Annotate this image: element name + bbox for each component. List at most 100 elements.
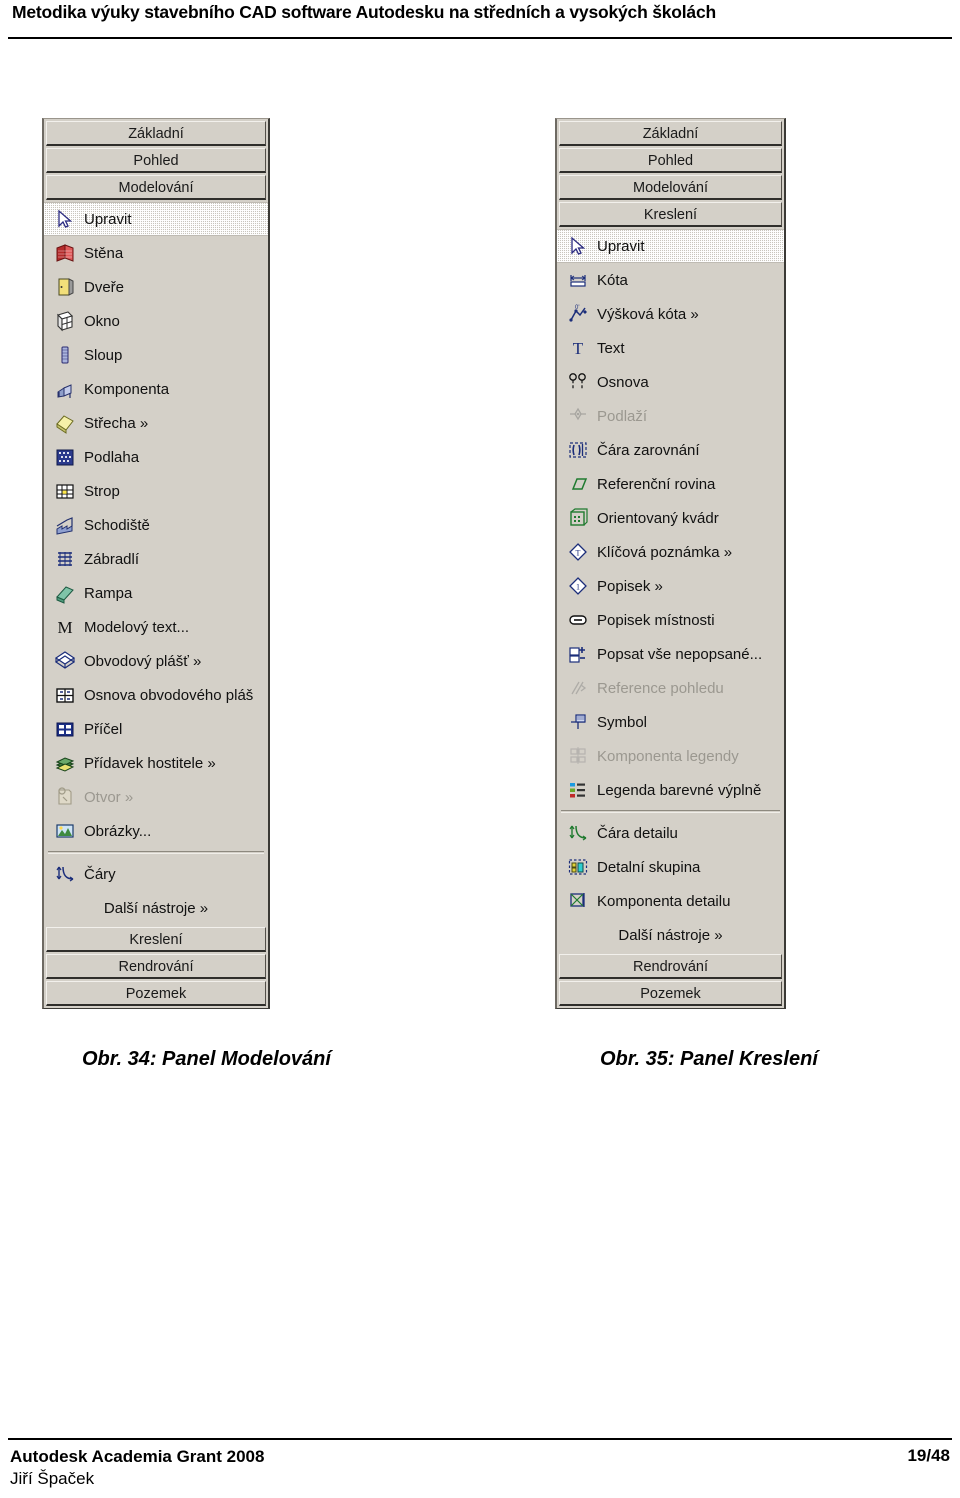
ramp-icon [54,582,76,604]
menu-item-label: Strop [84,482,120,500]
panel-tab-kreslen-[interactable]: Kreslení [46,927,266,952]
menu-item[interactable]: Zábradlí [44,542,268,576]
menu-item[interactable]: Upravit [557,229,784,263]
panel-tab-modelov-n-[interactable]: Modelování [46,175,266,200]
menu-item[interactable]: Popisek místnosti [557,603,784,637]
svg-text:T: T [573,339,584,358]
panel-tab-kreslen-[interactable]: Kreslení [559,202,782,227]
grid-icon [567,371,589,393]
tag-all-icon [567,643,589,665]
menu-item-label: Další nástroje » [618,926,723,944]
menu-item[interactable]: Komponenta detailu [557,884,784,918]
menu-item[interactable]: Přídavek hostitele » [44,746,268,780]
page-header: Metodika výuky stavebního CAD software A… [0,0,960,44]
panel-tab-pohled[interactable]: Pohled [559,148,782,173]
menu-item[interactable]: Okno [44,304,268,338]
menu-item[interactable]: 1 Popisek » [557,569,784,603]
menu-item[interactable]: Stěna [44,236,268,270]
panel-tab-rendrov-n-[interactable]: Rendrování [559,954,782,979]
header-rule [8,37,952,39]
menu-item[interactable]: Komponenta [44,372,268,406]
menu-item[interactable]: Rampa [44,576,268,610]
menu-item[interactable]: Referenční rovina [557,467,784,501]
menu-item[interactable]: Čára detailu [557,816,784,850]
host-sweep-icon [54,752,76,774]
menu-item[interactable]: Čára zarovnání [557,433,784,467]
menu-item[interactable]: Osnova [557,365,784,399]
panel-tab-z-kladn-[interactable]: Základní [559,121,782,146]
menu-item[interactable]: Legenda barevné výplně [557,773,784,807]
menu-separator [561,810,780,813]
menu-item[interactable]: Sloup [44,338,268,372]
view-reference-icon [567,677,589,699]
window-icon [54,310,76,332]
menu-item[interactable]: Čáry [44,857,268,891]
menu-item-label: Komponenta detailu [597,892,731,910]
menu-item-label: Kóta [597,271,628,289]
menu-item[interactable]: Orientovaný kvádr [557,501,784,535]
menu-item[interactable]: Upravit [44,202,268,236]
menu-item-label: Obrázky... [84,822,152,840]
menu-item[interactable]: Strop [44,474,268,508]
menu-item[interactable]: T Klíčová poznámka » [557,535,784,569]
menu-item[interactable]: Symbol [557,705,784,739]
menu-item[interactable]: Popsat vše nepopsané... [557,637,784,671]
menu-item-label: Podlaží [597,407,648,425]
detail-group-icon [567,856,589,878]
page-title: Metodika výuky stavebního CAD software A… [12,2,716,22]
page-footer: Autodesk Academia Grant 2008 Jiří Špaček… [0,1438,960,1498]
panel-tab-modelov-n-[interactable]: Modelování [559,175,782,200]
menu-item[interactable]: Další nástroje » [44,891,268,925]
menu-item[interactable]: Schodiště [44,508,268,542]
floor-icon [54,446,76,468]
menu-item-label: Příčel [84,720,123,738]
menu-item-label: Okno [84,312,120,330]
level-icon [567,405,589,427]
menu-item[interactable]: 0' Výšková kóta » [557,297,784,331]
figure-caption-35: Obr. 35: Panel Kreslení [600,1048,818,1070]
column-icon [54,344,76,366]
menu-item-label: Čáry [84,865,116,883]
menu-item[interactable]: Detalní skupina [557,850,784,884]
menu-item-label: Podlaha [84,448,140,466]
menu-item[interactable]: Obvodový plášť » [44,644,268,678]
footer-rule [8,1438,952,1440]
menu-item[interactable]: Dveře [44,270,268,304]
svg-text:1: 1 [576,583,580,592]
menu-item-label: Zábradlí [84,550,140,568]
panel-tab-z-kladn-[interactable]: Základní [46,121,266,146]
menu-item-label: Komponenta [84,380,170,398]
keynote-icon: T [567,541,589,563]
panel-tab-pohled[interactable]: Pohled [46,148,266,173]
menu-item[interactable]: M Modelový text... [44,610,268,644]
menu-item-label: Střecha » [84,414,149,432]
menu-item-label: Popisek místnosti [597,611,715,629]
menu-item[interactable]: Další nástroje » [557,918,784,952]
menu-item[interactable]: Příčel [44,712,268,746]
panel-tab-rendrov-n-[interactable]: Rendrování [46,954,266,979]
menu-item[interactable]: Podlaha [44,440,268,474]
menu-item: Reference pohledu [557,671,784,705]
menu-item-label: Osnova [597,373,649,391]
menu-item-label: Schodiště [84,516,150,534]
menu-item-label: Další nástroje » [103,899,209,917]
menu-item-label: Legenda barevné výplně [597,781,762,799]
menu-item[interactable]: Obrázky... [44,814,268,848]
figure-caption-34: Obr. 34: Panel Modelování [82,1048,331,1070]
menu-item[interactable]: T Text [557,331,784,365]
menu-item[interactable]: Kóta [557,263,784,297]
menu-item-label: Detalní skupina [597,858,701,876]
mullion-icon [54,718,76,740]
door-icon [54,276,76,298]
svg-text:M: M [57,618,72,637]
menu-item-label: Referenční rovina [597,475,716,493]
panel-tab-pozemek[interactable]: Pozemek [46,981,266,1006]
menu-item: Otvor » [44,780,268,814]
menu-item[interactable]: Osnova obvodového pláš [44,678,268,712]
menu-item[interactable]: Střecha » [44,406,268,440]
menu-item-label: Orientovaný kvádr [597,509,719,527]
panel-tab-pozemek[interactable]: Pozemek [559,981,782,1006]
color-fill-legend-icon [567,779,589,801]
menu-item-label: Popsat vše nepopsané... [597,645,763,663]
svg-text:T: T [576,549,581,558]
